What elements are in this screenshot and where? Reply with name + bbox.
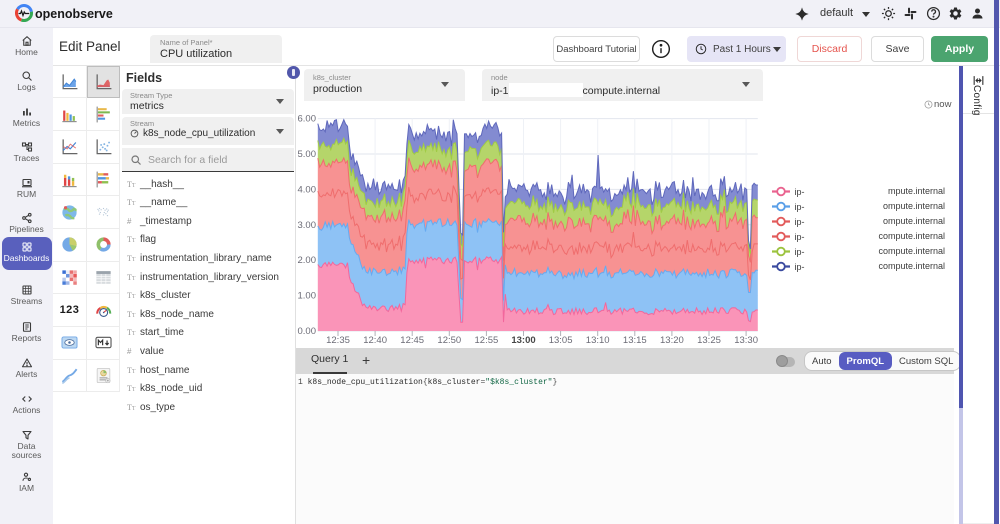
- svg-text:1.00: 1.00: [298, 291, 317, 302]
- svg-text:6.00: 6.00: [298, 114, 317, 125]
- svg-text:12:40: 12:40: [363, 335, 387, 346]
- svg-text:12:50: 12:50: [437, 335, 461, 346]
- svg-text:13:15: 13:15: [623, 335, 647, 346]
- svg-text:5.00: 5.00: [298, 149, 317, 160]
- svg-text:13:05: 13:05: [549, 335, 573, 346]
- svg-text:2.00: 2.00: [298, 255, 317, 266]
- svg-text:13:10: 13:10: [586, 335, 610, 346]
- svg-text:0.00: 0.00: [298, 326, 317, 337]
- svg-text:13:20: 13:20: [660, 335, 684, 346]
- svg-text:13:30: 13:30: [734, 335, 758, 346]
- svg-text:12:35: 12:35: [326, 335, 350, 346]
- svg-text:4.00: 4.00: [298, 184, 317, 195]
- svg-text:13:25: 13:25: [697, 335, 721, 346]
- svg-text:12:45: 12:45: [400, 335, 424, 346]
- svg-text:13:00: 13:00: [511, 335, 535, 346]
- svg-text:12:55: 12:55: [475, 335, 499, 346]
- svg-text:3.00: 3.00: [298, 220, 317, 231]
